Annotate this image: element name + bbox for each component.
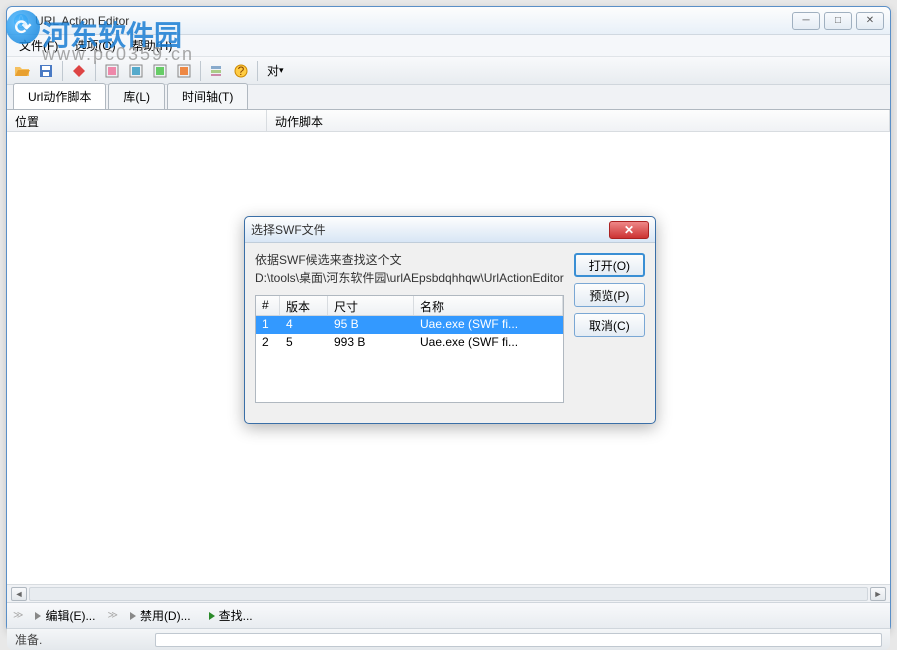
close-button[interactable]: ✕ (856, 12, 884, 30)
dialog-titlebar: 选择SWF文件 ✕ (245, 217, 655, 243)
tab-url-action[interactable]: Url动作脚本 (13, 83, 106, 109)
open-button[interactable]: 打开(O) (574, 253, 645, 277)
dialog-table-header: # 版本 尺寸 名称 (256, 296, 563, 316)
find-button[interactable]: 查找... (203, 605, 259, 626)
table-row[interactable]: 1 4 95 B Uae.exe (SWF fi... (256, 316, 563, 334)
dropdown-button[interactable]: 对 ▾ (263, 60, 288, 82)
tab-timeline[interactable]: 时间轴(T) (167, 83, 248, 109)
edit-button[interactable]: 编辑(E)... (29, 605, 101, 626)
separator (200, 61, 201, 81)
help-icon[interactable]: ? (230, 60, 252, 82)
save-icon[interactable] (35, 60, 57, 82)
col-action[interactable]: 动作脚本 (267, 110, 890, 131)
menu-help[interactable]: 帮助(H) (124, 35, 181, 56)
options-icon[interactable] (206, 60, 228, 82)
th-size[interactable]: 尺寸 (328, 296, 414, 315)
window-title: URL Action Editor (35, 14, 792, 28)
cancel-button[interactable]: 取消(C) (574, 313, 645, 337)
toolbar: ? 对 ▾ (7, 57, 890, 85)
bottom-toolbar: ≫ 编辑(E)... ≫ 禁用(D)... 查找... (7, 602, 890, 628)
disable-button[interactable]: 禁用(D)... (124, 605, 197, 626)
chevron-icon: ≫ (13, 610, 23, 621)
window-controls: ─ □ ✕ (792, 12, 884, 30)
h-scrollbar: ◄ ► (7, 584, 890, 602)
dialog-body: 依据SWF候选来查找这个文 D:\tools\桌面\河东软件园\urlAEpsb… (245, 243, 655, 411)
chevron-icon: ≫ (107, 610, 117, 621)
col-location[interactable]: 位置 (7, 110, 267, 131)
dialog-left: 依据SWF候选来查找这个文 D:\tools\桌面\河东软件园\urlAEpsb… (255, 251, 564, 403)
maximize-button[interactable]: □ (824, 12, 852, 30)
th-version[interactable]: 版本 (280, 296, 328, 315)
box-green-icon[interactable] (149, 60, 171, 82)
open-icon[interactable] (11, 60, 33, 82)
app-icon (13, 13, 29, 29)
dialog-buttons: 打开(O) 预览(P) 取消(C) (574, 251, 645, 403)
tabs: Url动作脚本 库(L) 时间轴(T) (7, 85, 890, 109)
svg-text:?: ? (238, 64, 245, 78)
scroll-track[interactable] (29, 587, 868, 601)
statusbar: 准备. (7, 628, 890, 650)
status-text: 准备. (15, 631, 155, 648)
dialog-close-button[interactable]: ✕ (609, 221, 649, 239)
menu-options[interactable]: 选项(O) (66, 35, 123, 56)
titlebar: URL Action Editor ─ □ ✕ (7, 7, 890, 35)
status-progress (155, 633, 882, 647)
scroll-left-icon[interactable]: ◄ (11, 587, 27, 601)
menubar: 文件(F) 选项(O) 帮助(H) (7, 35, 890, 57)
minimize-button[interactable]: ─ (792, 12, 820, 30)
preview-button[interactable]: 预览(P) (574, 283, 645, 307)
column-headers: 位置 动作脚本 (7, 110, 890, 132)
dialog-title: 选择SWF文件 (251, 221, 609, 238)
dialog-info: 依据SWF候选来查找这个文 D:\tools\桌面\河东软件园\urlAEpsb… (255, 251, 564, 287)
box-pink-icon[interactable] (101, 60, 123, 82)
diamond-red-icon[interactable] (68, 60, 90, 82)
box-blue-icon[interactable] (125, 60, 147, 82)
table-row[interactable]: 2 5 993 B Uae.exe (SWF fi... (256, 334, 563, 352)
th-name[interactable]: 名称 (414, 296, 563, 315)
separator (95, 61, 96, 81)
tab-library[interactable]: 库(L) (108, 83, 165, 109)
dialog-info-line2: D:\tools\桌面\河东软件园\urlAEpsbdqhhqw\UrlActi… (255, 269, 564, 287)
dialog-select-swf: 选择SWF文件 ✕ 依据SWF候选来查找这个文 D:\tools\桌面\河东软件… (244, 216, 656, 424)
th-num[interactable]: # (256, 296, 280, 315)
separator (257, 61, 258, 81)
separator (62, 61, 63, 81)
dialog-info-line1: 依据SWF候选来查找这个文 (255, 251, 564, 269)
dialog-table: # 版本 尺寸 名称 1 4 95 B Uae.exe (SWF fi... 2… (255, 295, 564, 403)
menu-file[interactable]: 文件(F) (11, 35, 66, 56)
scroll-right-icon[interactable]: ► (870, 587, 886, 601)
box-orange-icon[interactable] (173, 60, 195, 82)
